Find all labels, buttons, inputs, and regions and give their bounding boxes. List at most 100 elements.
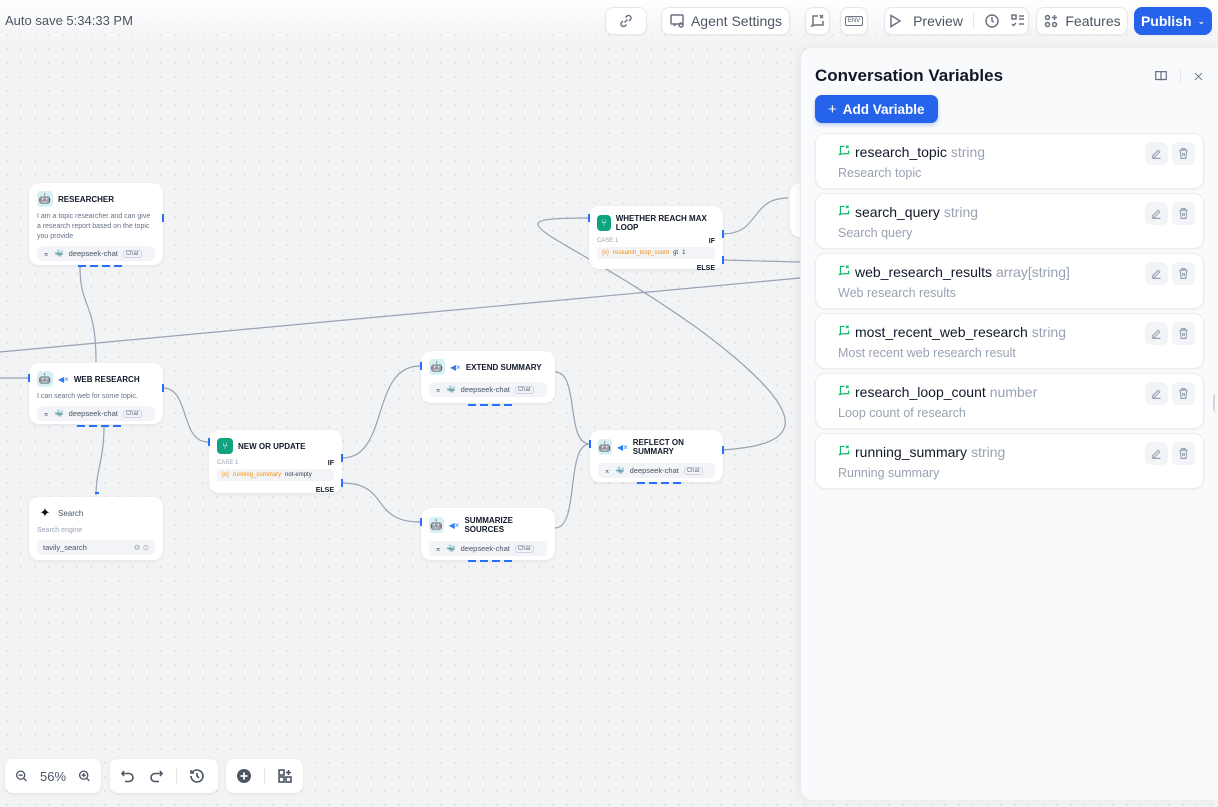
- env-button[interactable]: ENV: [840, 7, 868, 35]
- else-handle[interactable]: [722, 256, 724, 264]
- edit-button[interactable]: [1145, 442, 1168, 465]
- tool-settings-icon[interactable]: ⚙ ⊙: [134, 543, 149, 552]
- node-extend-summary[interactable]: 🤖 ◀× EXTEND SUMMARY ⌅ 🐳 deepseek-chat Ch…: [421, 351, 555, 403]
- edit-button[interactable]: [1145, 382, 1168, 405]
- variable-description: Web research results: [838, 286, 956, 300]
- node-search[interactable]: ✦ Search Search engine tavily_search ⚙ ⊙: [29, 497, 163, 560]
- zoom-in-icon[interactable]: [78, 768, 91, 784]
- condition-row[interactable]: {x} research_loop_count gt 1: [597, 247, 715, 259]
- chat-tag: Chat: [515, 545, 534, 553]
- variable-item[interactable]: most_recent_web_research string Most rec…: [815, 313, 1204, 369]
- add-block-icon[interactable]: [277, 768, 293, 784]
- node-whether-reach-max-loop[interactable]: ⑂ WHETHER REACH MAX LOOP CASE 1 IF {x} r…: [589, 206, 723, 269]
- book-icon[interactable]: [1154, 69, 1168, 83]
- delete-button[interactable]: [1172, 442, 1195, 465]
- node-reflect-on-summary[interactable]: 🤖 ◀× REFLECT ON SUMMARY ⌅ 🐳 deepseek-cha…: [590, 430, 723, 482]
- output-handles[interactable]: [468, 560, 512, 562]
- variable-icon: [838, 204, 851, 220]
- publish-button[interactable]: Publish ⌄: [1134, 7, 1212, 35]
- edit-button[interactable]: [1145, 262, 1168, 285]
- node-web-research[interactable]: 🤖 ◀× WEB RESEARCH I can search web for s…: [29, 363, 163, 424]
- if-handle[interactable]: [341, 454, 343, 462]
- undo-icon[interactable]: [120, 768, 136, 784]
- close-icon[interactable]: [1193, 71, 1204, 82]
- variable-description: Search query: [838, 226, 912, 240]
- output-handles[interactable]: [78, 265, 122, 267]
- input-handle[interactable]: [420, 518, 422, 526]
- variable-item[interactable]: research_topic string Research topic: [815, 133, 1204, 189]
- variable-item[interactable]: research_loop_count number Loop count of…: [815, 373, 1204, 429]
- variable-description: Loop count of research: [838, 406, 966, 420]
- zoom-level[interactable]: 56%: [40, 769, 66, 784]
- edit-button[interactable]: [1145, 142, 1168, 165]
- delete-button[interactable]: [1172, 322, 1195, 345]
- conversation-variables-button[interactable]: [805, 7, 830, 35]
- variable-icon: [838, 144, 851, 160]
- delete-button[interactable]: [1172, 202, 1195, 225]
- variable-item[interactable]: web_research_results array[string] Web r…: [815, 253, 1204, 309]
- variable-item[interactable]: search_query string Search query: [815, 193, 1204, 249]
- link-button[interactable]: [605, 7, 647, 35]
- output-handles[interactable]: [637, 482, 681, 484]
- tool-row[interactable]: tavily_search ⚙ ⊙: [37, 540, 155, 555]
- input-handle[interactable]: [208, 438, 210, 446]
- zoom-controls: 56%: [5, 759, 101, 793]
- node-researcher[interactable]: 🤖 RESEARCHER I am a topic researcher and…: [29, 183, 163, 265]
- if-handle[interactable]: [722, 230, 724, 238]
- redo-icon[interactable]: [148, 768, 164, 784]
- features-button[interactable]: Features: [1036, 7, 1128, 35]
- input-handle[interactable]: [420, 362, 422, 370]
- input-handle[interactable]: [589, 440, 591, 448]
- output-handles[interactable]: [77, 425, 121, 427]
- variable-icon: [838, 384, 851, 400]
- input-handle[interactable]: [95, 492, 99, 494]
- pencil-icon: [1150, 387, 1163, 400]
- chevron-down-icon: ⌄: [1198, 16, 1206, 27]
- model-row[interactable]: ⌅ 🐳 deepseek-chat Chat: [598, 463, 715, 478]
- node-summarize-sources[interactable]: 🤖 ◀× SUMMARIZE SOURCES ⌅ 🐳 deepseek-chat…: [421, 508, 555, 560]
- node-new-or-update[interactable]: ⑂ NEW OR UPDATE CASE 1 IF {x} running_su…: [209, 430, 342, 493]
- agent-settings-button[interactable]: Agent Settings: [661, 7, 790, 35]
- edit-button[interactable]: [1145, 322, 1168, 345]
- autosave-status: Auto save 5:34:33 PM: [5, 13, 133, 28]
- delete-button[interactable]: [1172, 262, 1195, 285]
- sparkle-icon: ✦: [37, 505, 53, 521]
- model-row[interactable]: ⌅ 🐳 deepseek-chat Chat: [37, 246, 155, 261]
- preview-button[interactable]: Preview: [913, 13, 963, 29]
- else-handle[interactable]: [341, 479, 343, 487]
- speaker-muted-icon: ◀×: [58, 375, 69, 384]
- condition-row[interactable]: {x} running_summary not-empty: [217, 469, 334, 481]
- variable-name: running_summary: [855, 444, 967, 460]
- zoom-out-icon[interactable]: [15, 768, 28, 784]
- add-node-icon[interactable]: [236, 768, 252, 784]
- output-handles[interactable]: [468, 404, 512, 406]
- node-title: SUMMARIZE SOURCES: [464, 516, 547, 534]
- trash-icon: [1177, 327, 1190, 340]
- variable-item[interactable]: running_summary string Running summary: [815, 433, 1204, 489]
- delete-button[interactable]: [1172, 142, 1195, 165]
- checklist-icon[interactable]: [1010, 13, 1026, 29]
- add-variable-button[interactable]: + Add Variable: [815, 95, 938, 123]
- divider: [176, 768, 177, 784]
- output-handle[interactable]: [162, 384, 164, 392]
- divider: [973, 13, 974, 29]
- env-icon: ENV: [845, 16, 863, 26]
- run-history-icon[interactable]: [984, 13, 1000, 29]
- edge-extend-reflect: [555, 372, 590, 444]
- delete-button[interactable]: [1172, 382, 1195, 405]
- edge-web-newupdate: [163, 388, 208, 442]
- panel-resize-handle[interactable]: [1213, 394, 1216, 412]
- model-row[interactable]: ⌅ 🐳 deepseek-chat Chat: [429, 382, 547, 397]
- collapse-icon: ⌅: [43, 409, 49, 418]
- input-handle[interactable]: [28, 374, 30, 382]
- output-handle[interactable]: [722, 446, 724, 454]
- workflow-canvas[interactable]: 🤖 RESEARCHER I am a topic researcher and…: [0, 0, 800, 807]
- input-handle[interactable]: [588, 214, 590, 222]
- speaker-muted-icon: ◀×: [450, 363, 461, 372]
- version-history-icon[interactable]: [189, 768, 205, 784]
- model-row[interactable]: ⌅ 🐳 deepseek-chat Chat: [429, 541, 547, 556]
- model-row[interactable]: ⌅ 🐳 deepseek-chat Chat: [37, 406, 155, 421]
- output-handle[interactable]: [162, 214, 164, 222]
- history-controls: [110, 759, 218, 793]
- edit-button[interactable]: [1145, 202, 1168, 225]
